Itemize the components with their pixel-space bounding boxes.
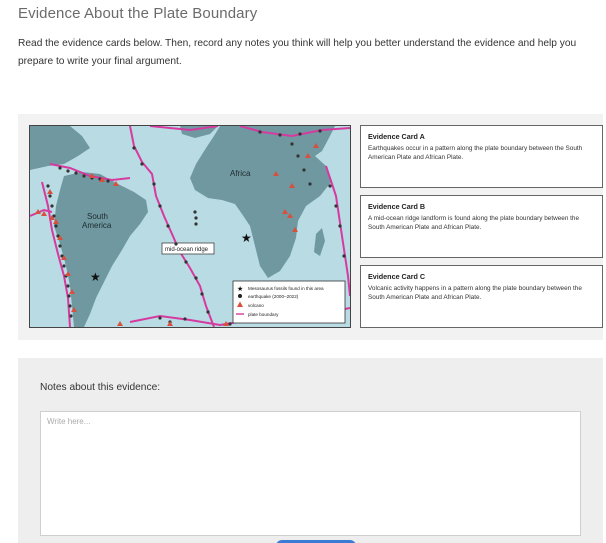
earthquake-dot (58, 166, 62, 170)
earthquake-dot (66, 169, 70, 173)
earthquake-dot (69, 314, 73, 318)
earthquake-dot (194, 216, 198, 220)
earthquake-dot (74, 171, 78, 175)
legend-dot-icon (238, 294, 242, 298)
notes-label: Notes about this evidence: (40, 382, 161, 393)
earthquake-dot (184, 260, 188, 264)
earthquake-dot (318, 129, 322, 133)
plate-boundary-map: mid-ocean ridge Africa South America ★ ★… (29, 125, 351, 328)
earthquake-dot (50, 204, 54, 208)
earthquake-dot (258, 130, 262, 134)
earthquake-dot (298, 132, 302, 136)
ridge-callout-label: mid-ocean ridge (165, 247, 209, 253)
earthquake-dot (278, 133, 282, 137)
earthquake-dot (66, 284, 70, 288)
earthquake-dot (194, 222, 198, 226)
earthquake-dot (62, 264, 66, 268)
evidence-card-b: Evidence Card B A mid-ocean ridge landfo… (360, 195, 603, 258)
card-title: Evidence Card C (368, 272, 426, 281)
earthquake-dot (302, 168, 306, 172)
south-america-label-line1: South (87, 212, 108, 221)
earthquake-dot (334, 204, 338, 208)
earthquake-dot (58, 244, 62, 248)
earthquake-dot (68, 304, 72, 308)
earthquake-dot (342, 254, 346, 258)
earthquake-dot (152, 182, 156, 186)
earthquake-dot (308, 182, 312, 186)
earthquake-dot (140, 162, 144, 166)
earthquake-dot (338, 224, 342, 228)
earthquake-dot (206, 310, 210, 314)
earthquake-dot (46, 184, 50, 188)
notes-textarea[interactable] (40, 411, 581, 536)
legend-fossil-label: Mesosaurus fossils found in this area (248, 286, 324, 291)
earthquake-dot (166, 224, 170, 228)
africa-label: Africa (230, 169, 251, 178)
evidence-card-c: Evidence Card C Volcanic activity happen… (360, 265, 603, 328)
evidence-card-a: Evidence Card A Earthquakes occur in a p… (360, 125, 603, 188)
page-title: Evidence About the Plate Boundary (18, 5, 258, 22)
evidence-panel: mid-ocean ridge Africa South America ★ ★… (18, 114, 603, 340)
legend-earthquake-label: earthquake (2000–2022) (248, 294, 299, 299)
earthquake-dot (296, 154, 300, 158)
earthquake-dot (132, 146, 136, 150)
earthquake-dot (200, 292, 204, 296)
earthquake-dot (183, 317, 187, 321)
card-title: Evidence Card B (368, 202, 426, 211)
legend-boundary-label: plate boundary (248, 312, 279, 317)
intro-text: Read the evidence cards below. Then, rec… (18, 38, 577, 67)
notes-panel: Notes about this evidence: (18, 358, 603, 543)
earthquake-dot (158, 204, 162, 208)
earthquake-dot (158, 316, 162, 320)
earthquake-dot (54, 224, 58, 228)
earthquake-dot (48, 194, 52, 198)
earthquake-dot (290, 142, 294, 146)
earthquake-dot (228, 322, 232, 326)
earthquake-dot (194, 276, 198, 280)
earthquake-dot (193, 210, 197, 214)
south-america-label-line2: America (82, 221, 112, 230)
earthquake-dot (106, 179, 110, 183)
card-text: Volcanic activity happens in a pattern a… (368, 285, 582, 301)
earthquake-dot (328, 184, 332, 188)
legend-volcano-label: volcano (248, 303, 264, 308)
card-text: A mid-ocean ridge landform is found alon… (368, 215, 580, 231)
earthquake-dot (67, 294, 71, 298)
legend-star-icon: ★ (237, 285, 243, 293)
fossil-star-icon-south-america: ★ (90, 270, 101, 284)
fossil-star-icon-africa: ★ (241, 231, 252, 245)
card-text: Earthquakes occur in a pattern along the… (368, 145, 583, 161)
earthquake-dot (82, 174, 86, 178)
card-title: Evidence Card A (368, 132, 425, 141)
earthquake-dot (174, 242, 178, 246)
